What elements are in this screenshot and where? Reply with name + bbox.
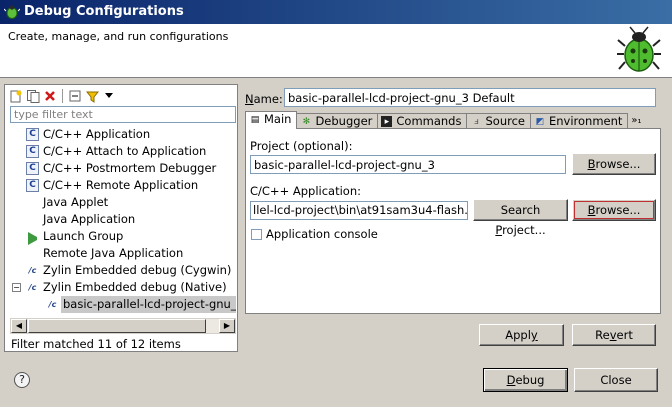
revert-button[interactable]: Revert	[572, 324, 656, 346]
configuration-tree-panel: C C/C++ Application C C/C++ Attach to Ap…	[4, 84, 238, 352]
environment-tab-icon: ◩	[535, 117, 545, 127]
tree-item-zylin-cygwin[interactable]: /c Zylin Embedded debug (Cygwin)	[10, 262, 236, 279]
debug-bug-icon	[617, 26, 661, 72]
title-bar: Debug Configurations	[0, 0, 672, 24]
header-banner: Create, manage, and run configurations	[0, 24, 672, 78]
c-app-icon: C	[26, 128, 39, 141]
zylin-icon: /c	[28, 283, 37, 292]
apply-button[interactable]: Apply	[479, 324, 564, 346]
tab-environment[interactable]: ◩ Environment	[529, 113, 629, 129]
tree-item-label: C/C++ Application	[43, 127, 151, 141]
window-title: Debug Configurations	[24, 4, 184, 19]
tab-label: Commands	[396, 114, 462, 128]
application-console-checkbox[interactable]	[251, 229, 262, 240]
name-input[interactable]	[284, 88, 656, 107]
tree-item-c-application[interactable]: C C/C++ Application	[10, 126, 236, 143]
debugger-tab-icon: ✻	[302, 117, 311, 127]
filter-match-status: Filter matched 11 of 12 items	[11, 337, 181, 351]
scroll-left-icon[interactable]: ◀	[11, 319, 27, 333]
c-app-icon: C	[26, 179, 39, 192]
new-config-icon[interactable]	[9, 89, 23, 103]
tree-item-java-application[interactable]: Java Application	[10, 211, 236, 228]
application-console-label: Application console	[266, 227, 378, 241]
horizontal-scrollbar[interactable]: ◀ ▶	[10, 318, 236, 334]
c-app-icon: C	[26, 145, 39, 158]
c-app-icon: C	[26, 162, 39, 175]
filter-icon[interactable]	[85, 89, 99, 103]
scroll-right-icon[interactable]: ▶	[219, 319, 235, 333]
tab-label: Debugger	[315, 114, 373, 128]
c-application-input[interactable]: llel-lcd-project\bin\at91sam3u4-flash.el…	[250, 201, 468, 220]
delete-config-icon[interactable]	[43, 89, 57, 103]
main-tab-icon: ▤	[250, 115, 260, 125]
search-project-button[interactable]: Search Project...	[473, 199, 568, 237]
tree-toolbar	[9, 88, 116, 104]
zylin-icon: /c	[48, 300, 57, 309]
c-application-label: C/C++ Application:	[250, 184, 361, 198]
collapse-icon[interactable]: −	[12, 283, 21, 292]
tree-item-remote-java[interactable]: Remote Java Application	[10, 245, 236, 262]
duplicate-config-icon[interactable]	[26, 89, 40, 103]
dialog-subtitle: Create, manage, and run configurations	[8, 30, 229, 43]
tree-item-basic-parallel-lcd[interactable]: /c basic-parallel-lcd-project-gnu_3 D	[10, 296, 236, 313]
project-input[interactable]	[250, 155, 566, 174]
tree-item-c-postmortem[interactable]: C C/C++ Postmortem Debugger	[10, 160, 236, 177]
tab-debugger[interactable]: ✻ Debugger	[296, 113, 379, 129]
launch-group-icon	[28, 232, 41, 245]
tree-item-label: Zylin Embedded debug (Native)	[43, 280, 227, 294]
debug-button[interactable]: Debug	[483, 368, 568, 392]
tab-label: Environment	[548, 114, 623, 128]
tree-item-label: Remote Java Application	[43, 246, 184, 260]
filter-input[interactable]	[10, 106, 236, 123]
configuration-editor: Name: ▤ Main ✻ Debugger ▸ Commands ⅎ Sou…	[241, 84, 668, 352]
tree-item-java-applet[interactable]: Java Applet	[10, 194, 236, 211]
name-label: Name:	[245, 92, 283, 106]
main-tab-content: Project (optional): Browse... C/C++ Appl…	[245, 128, 661, 314]
browse-application-button[interactable]: Browse...	[572, 199, 656, 221]
zylin-icon: /c	[28, 266, 37, 275]
tab-commands[interactable]: ▸ Commands	[377, 113, 468, 129]
source-tab-icon: ⅎ	[474, 117, 479, 127]
tree-item-label: Zylin Embedded debug (Cygwin)	[43, 263, 232, 277]
collapse-all-icon[interactable]	[68, 89, 82, 103]
view-menu-chevron-down-icon[interactable]	[102, 89, 116, 103]
tree-item-label: Java Applet	[43, 195, 109, 209]
debug-configurations-dialog: Debug Configurations Create, manage, and…	[0, 0, 672, 407]
close-button[interactable]: Close	[574, 368, 658, 392]
toolbar-separator	[62, 89, 63, 103]
tree-item-c-remote[interactable]: C C/C++ Remote Application	[10, 177, 236, 194]
help-icon[interactable]: ?	[14, 372, 30, 388]
scrollbar-thumb[interactable]	[28, 319, 206, 333]
tree-item-zylin-native[interactable]: − /c Zylin Embedded debug (Native)	[10, 279, 236, 296]
tree-item-label: C/C++ Postmortem Debugger	[43, 161, 217, 175]
tree-item-c-attach[interactable]: C C/C++ Attach to Application	[10, 143, 236, 160]
tree-item-label: basic-parallel-lcd-project-gnu_3 D	[61, 296, 236, 313]
tree-item-label: C/C++ Attach to Application	[43, 144, 207, 158]
configuration-tree: C C/C++ Application C C/C++ Attach to Ap…	[10, 126, 236, 316]
config-tabs: ▤ Main ✻ Debugger ▸ Commands ⅎ Source ◩ …	[245, 111, 661, 129]
tab-label: Source	[485, 114, 525, 128]
tree-item-label: Java Application	[43, 212, 136, 226]
tree-item-launch-group[interactable]: Launch Group	[10, 228, 236, 245]
more-tabs-chevron-icon[interactable]: »₁	[627, 113, 645, 129]
tab-main[interactable]: ▤ Main	[245, 111, 298, 129]
tab-source[interactable]: ⅎ Source	[466, 113, 531, 129]
project-label: Project (optional):	[250, 139, 353, 153]
tree-item-label: C/C++ Remote Application	[43, 178, 199, 192]
commands-tab-icon: ▸	[381, 116, 393, 127]
browse-project-button[interactable]: Browse...	[572, 153, 656, 175]
tree-item-label: Launch Group	[43, 229, 124, 243]
debug-bug-icon	[4, 5, 20, 19]
tab-label: Main	[264, 112, 292, 126]
